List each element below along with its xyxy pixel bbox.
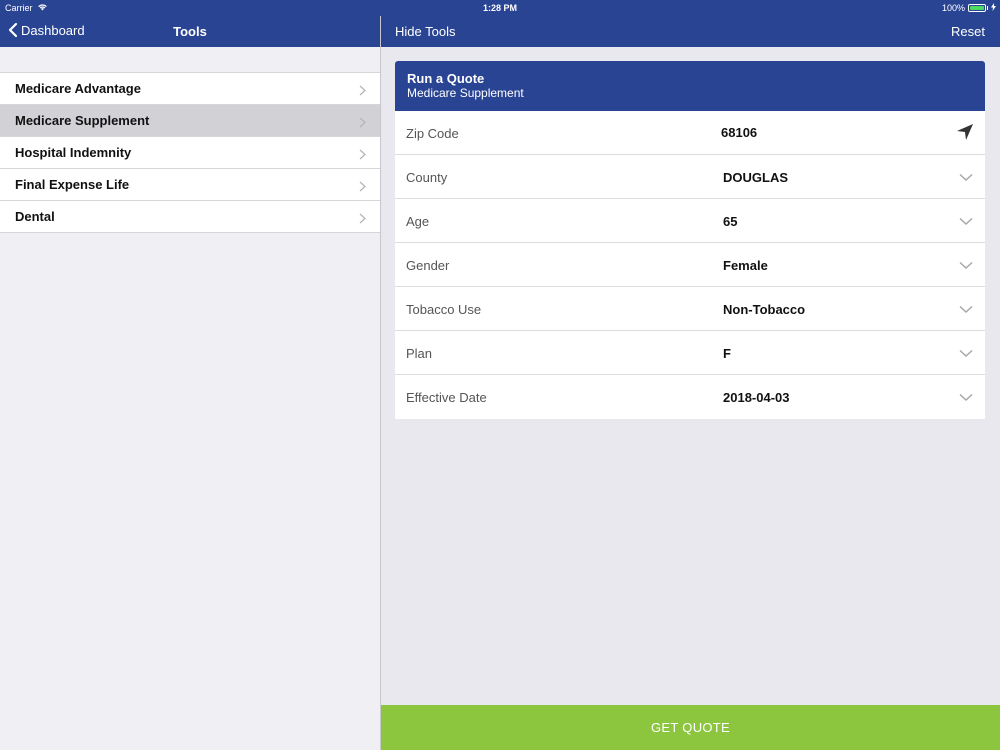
menu-item-final-expense-life[interactable]: Final Expense Life — [0, 169, 380, 201]
tools-sidebar: Dashboard Tools Medicare Advantage Medic… — [0, 0, 381, 750]
zip-code-field[interactable]: Zip Code 68106 — [395, 111, 985, 155]
county-select[interactable]: County DOUGLAS — [395, 155, 985, 199]
battery-icon — [968, 4, 986, 12]
chevron-down-icon — [959, 301, 973, 319]
menu-item-medicare-supplement[interactable]: Medicare Supplement — [0, 105, 380, 137]
location-arrow-icon[interactable] — [956, 123, 974, 146]
chevron-right-icon — [359, 211, 366, 229]
chevron-right-icon — [359, 83, 366, 101]
reset-button[interactable]: Reset — [951, 24, 985, 39]
charging-bolt-icon — [991, 3, 996, 13]
county-value: DOUGLAS — [723, 170, 788, 185]
zip-code-value[interactable]: 68106 — [721, 125, 757, 140]
sidebar-nav-bar: Dashboard Tools — [0, 16, 380, 47]
battery-percent: 100% — [941, 3, 965, 13]
quote-form-card: Run a Quote Medicare Supplement Zip Code… — [395, 61, 985, 419]
age-value: 65 — [723, 214, 738, 229]
status-time: 1:28 PM — [482, 3, 517, 13]
quote-detail-pane: Hide Tools Reset Run a Quote Medicare Su… — [381, 0, 1000, 750]
chevron-right-icon — [359, 115, 366, 133]
effective-date-label: Effective Date — [406, 390, 487, 405]
battery-cap — [987, 6, 988, 10]
tools-menu: Medicare Advantage Medicare Supplement H… — [0, 72, 380, 233]
tobacco-use-value: Non-Tobacco — [723, 302, 806, 317]
gender-label: Gender — [406, 258, 450, 273]
chevron-right-icon — [359, 179, 366, 197]
battery-level — [970, 6, 984, 10]
tobacco-use-select[interactable]: Tobacco Use Non-Tobacco — [395, 287, 985, 331]
age-select[interactable]: Age 65 — [395, 199, 985, 243]
effective-date-value: 2018-04-03 — [723, 390, 790, 405]
county-label: County — [406, 170, 448, 185]
chevron-down-icon — [959, 345, 973, 363]
menu-item-label: Hospital Indemnity — [15, 145, 132, 160]
get-quote-button[interactable]: GET QUOTE — [381, 705, 1000, 750]
menu-item-label: Final Expense Life — [15, 177, 130, 192]
effective-date-select[interactable]: Effective Date 2018-04-03 — [395, 375, 985, 419]
chevron-right-icon — [359, 147, 366, 165]
plan-label: Plan — [406, 346, 433, 361]
battery-indicator: 100% — [942, 3, 996, 13]
app-screen: Carrier 1:28 PM 100% Dashboard Tools Med… — [0, 0, 1000, 750]
plan-value: F — [723, 346, 731, 361]
hide-tools-button[interactable]: Hide Tools — [395, 24, 455, 39]
quote-card-header: Run a Quote Medicare Supplement — [395, 61, 985, 111]
age-label: Age — [406, 214, 430, 229]
menu-item-label: Medicare Supplement — [15, 113, 150, 128]
status-bar: Carrier 1:28 PM 100% — [0, 0, 1000, 16]
chevron-down-icon — [959, 169, 973, 187]
quote-card-title: Run a Quote — [407, 71, 485, 86]
menu-item-hospital-indemnity[interactable]: Hospital Indemnity — [0, 137, 380, 169]
gender-select[interactable]: Gender Female — [395, 243, 985, 287]
sidebar-title: Tools — [173, 24, 207, 39]
gender-value: Female — [723, 258, 768, 273]
tobacco-use-label: Tobacco Use — [406, 302, 482, 317]
menu-item-medicare-advantage[interactable]: Medicare Advantage — [0, 73, 380, 105]
menu-item-dental[interactable]: Dental — [0, 201, 380, 233]
plan-select[interactable]: Plan F — [395, 331, 985, 375]
zip-code-label: Zip Code — [406, 126, 459, 141]
menu-item-label: Medicare Advantage — [15, 81, 141, 96]
quote-card-subtitle: Medicare Supplement — [407, 86, 524, 100]
chevron-down-icon — [959, 389, 973, 407]
chevron-down-icon — [959, 213, 973, 231]
detail-nav-bar: Hide Tools Reset — [381, 16, 1000, 47]
menu-item-label: Dental — [15, 209, 55, 224]
chevron-down-icon — [959, 257, 973, 275]
